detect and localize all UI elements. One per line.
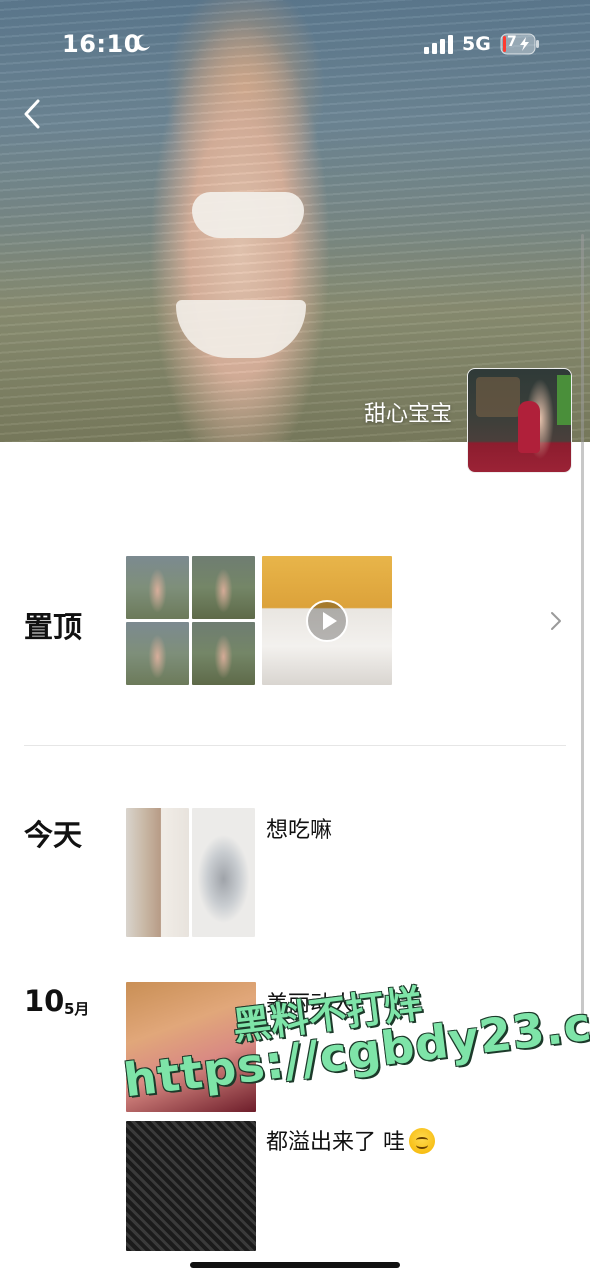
post-text: 都溢出来了 哇 (266, 1130, 405, 1155)
play-icon[interactable] (306, 600, 348, 642)
pinned-thumbnail[interactable] (192, 622, 255, 685)
avatar-detail (518, 401, 540, 453)
back-button[interactable] (18, 96, 50, 132)
profile-name: 甜心宝宝 (363, 402, 452, 427)
post-text[interactable]: 想吃嘛 (266, 812, 332, 844)
avatar-detail (557, 375, 571, 425)
home-indicator[interactable] (190, 1262, 400, 1268)
chevron-right-icon[interactable] (548, 610, 564, 632)
date-month: 5月 (64, 1000, 90, 1018)
pinned-thumbnail[interactable] (126, 622, 189, 685)
cover-figure-detail (192, 192, 304, 238)
battery-level: 7 (507, 34, 517, 50)
post-thumbnail[interactable] (126, 1121, 256, 1251)
avatar[interactable] (467, 368, 572, 473)
pinned-label: 置顶 (24, 610, 83, 644)
moon-icon (134, 34, 150, 51)
post-thumbnail[interactable] (126, 982, 256, 1112)
smile-emoji-icon (409, 1128, 435, 1154)
pinned-thumbnail[interactable] (126, 556, 189, 619)
signal-icon (424, 35, 453, 54)
post-text-row[interactable]: 都溢出来了 哇 (266, 1124, 435, 1156)
status-bar: 16:10 5G 7 (0, 0, 590, 88)
pinned-thumbnail[interactable] (192, 556, 255, 619)
post-thumbnail[interactable] (126, 808, 189, 937)
divider (24, 745, 566, 746)
avatar-detail (476, 377, 520, 417)
pinned-video-thumbnail[interactable] (262, 556, 392, 685)
network-type: 5G (462, 33, 491, 55)
scroll-indicator[interactable] (581, 234, 584, 1014)
date-today-label: 今天 (24, 818, 83, 852)
post-text[interactable]: 美丽动人 (266, 986, 354, 1018)
battery-icon (500, 33, 539, 55)
status-time: 16:10 (62, 30, 141, 58)
date-day: 10 (24, 984, 65, 1018)
post-thumbnail[interactable] (192, 808, 255, 937)
